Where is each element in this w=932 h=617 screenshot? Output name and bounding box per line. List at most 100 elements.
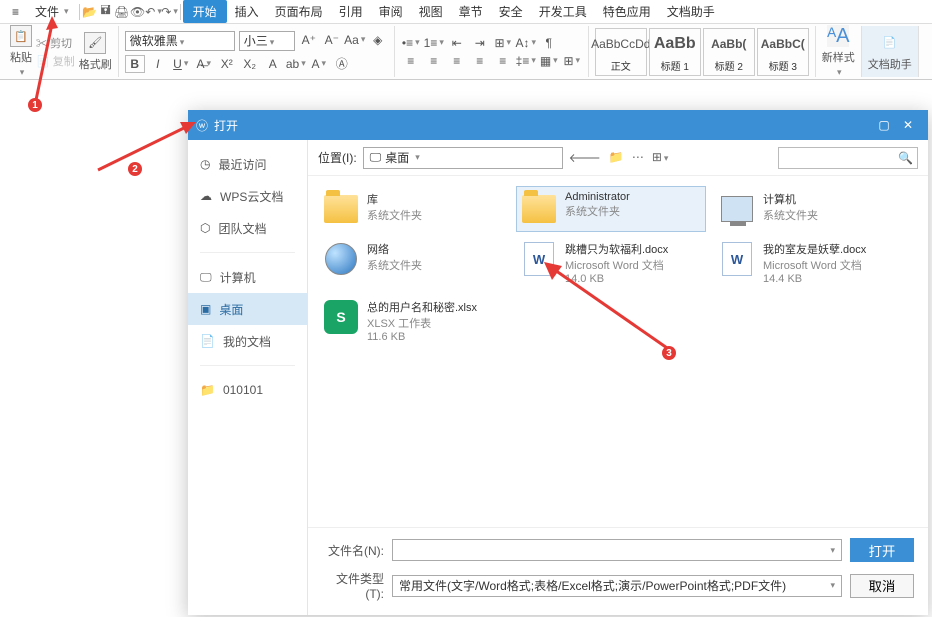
sidebar-item-cloud[interactable]: ☁WPS云文档 [188,180,307,212]
sidebar-item-team[interactable]: ⬡团队文档 [188,212,307,244]
tab-special[interactable]: 特色应用 [595,0,659,23]
align-left-button[interactable]: ≡ [401,52,421,70]
file-item-xlsx[interactable]: S 总的用户名和秘密.xlsxXLSX 工作表11.6 KB [318,294,508,348]
dialog-title: 打开 [214,117,238,134]
paste-button[interactable]: 📋粘贴 [10,25,32,78]
line-spacing-button[interactable]: ‡≡ [516,52,536,70]
increase-font-icon[interactable]: A⁺ [299,31,319,49]
file-menu[interactable]: 文件 [27,0,77,23]
wps-logo-icon: ⓦ [196,117,208,134]
cancel-button[interactable]: 取消 [850,574,914,598]
up-icon[interactable]: 🡐 [569,150,601,165]
doc-icon: 📄 [200,334,215,348]
change-case-icon[interactable]: Aa [345,31,365,49]
undo-icon[interactable]: ↶ [146,4,162,20]
file-item-network[interactable]: 网络系统文件夹 [318,236,508,290]
style-normal[interactable]: AaBbCcDd正文 [595,28,647,76]
dialog-titlebar: ⓦ 打开 ▢ ✕ [188,110,928,140]
italic-button[interactable]: I [148,55,168,73]
filetype-select[interactable]: 常用文件(文字/Word格式;表格/Excel格式;演示/PowerPoint格… [392,575,842,597]
distribute-button[interactable]: ≡ [493,52,513,70]
tab-view[interactable]: 视图 [411,0,451,23]
tab-security[interactable]: 安全 [491,0,531,23]
tab-doc-assist[interactable]: 文档助手 [659,0,723,23]
file-item-computer[interactable]: 计算机系统文件夹 [714,186,904,232]
tab-insert[interactable]: 插入 [227,0,267,23]
filename-input[interactable] [392,539,842,561]
sidebar-item-folder[interactable]: 📁010101 [188,374,307,406]
strike-button[interactable]: A̶ [194,55,214,73]
clear-format-icon[interactable]: ◈ [368,31,388,49]
subscript-button[interactable]: X₂ [240,55,260,73]
desktop-icon: ▣ [200,302,211,316]
decrease-font-icon[interactable]: A⁻ [322,31,342,49]
divider [180,4,181,20]
show-marks-button[interactable]: ¶ [539,34,559,52]
delete-icon[interactable]: ⋯ [632,150,644,165]
underline-button[interactable]: U [171,55,191,73]
view-mode-icon[interactable]: ⊞ [652,150,669,165]
new-style-button[interactable]: ᴬA新样式 [822,25,855,78]
open-icon[interactable]: 📂 [82,4,98,20]
tab-review[interactable]: 审阅 [371,0,411,23]
print-icon[interactable]: 🖨 [114,4,130,20]
align-center-button[interactable]: ≡ [424,52,444,70]
save-icon[interactable]: 🖬 [98,4,114,20]
location-select[interactable]: 🖵桌面 [363,147,563,169]
decrease-indent-button[interactable]: ⇤ [447,34,467,52]
folder-icon [324,195,358,223]
font-name-select[interactable]: 微软雅黑 [125,31,235,51]
increase-indent-button[interactable]: ⇥ [470,34,490,52]
hamburger-icon[interactable]: ≡ [4,0,27,23]
file-item-docx-1[interactable]: W 跳槽只为软福利.docxMicrosoft Word 文档14.0 KB [516,236,706,290]
new-folder-icon[interactable]: 📁 [609,150,624,165]
file-item-administrator[interactable]: Administrator系统文件夹 [516,186,706,232]
word-icon: W [722,242,752,276]
tab-layout[interactable]: 页面布局 [267,0,331,23]
format-painter-button[interactable]: 🖌格式刷 [79,32,112,72]
print-preview-icon[interactable]: 👁 [130,4,146,20]
maximize-icon[interactable]: ▢ [872,113,896,137]
clock-icon: ◷ [200,157,210,171]
tab-stops-button[interactable]: ⊞ [493,34,513,52]
shading-button[interactable]: ▦ [539,52,559,70]
tab-reference[interactable]: 引用 [331,0,371,23]
border-button[interactable]: ⊞ [562,52,582,70]
file-item-docx-2[interactable]: W 我的室友是妖孽.docxMicrosoft Word 文档14.4 KB [714,236,904,290]
redo-icon[interactable]: ↷ [162,4,178,20]
cut-button[interactable]: ✂ 剪切 [36,35,75,51]
desktop-icon: 🖵 [370,150,382,165]
justify-button[interactable]: ≡ [470,52,490,70]
search-input[interactable]: 🔍 [778,147,918,169]
sidebar-item-mydocs[interactable]: 📄我的文档 [188,325,307,357]
annotation-badge-2: 2 [128,162,142,176]
close-icon[interactable]: ✕ [896,113,920,137]
style-h1[interactable]: AaBb标题 1 [649,28,701,76]
open-button[interactable]: 打开 [850,538,914,562]
style-h2[interactable]: AaBb(标题 2 [703,28,755,76]
sidebar-item-computer[interactable]: 🖵计算机 [188,261,307,293]
superscript-button[interactable]: X² [217,55,237,73]
bullets-button[interactable]: •≡ [401,34,421,52]
bold-button[interactable]: B [125,55,145,73]
style-gallery[interactable]: AaBbCcDd正文 AaBb标题 1 AaBb(标题 2 AaBbC(标题 3 [595,28,809,76]
font-color-button[interactable]: A [309,55,329,73]
align-right-button[interactable]: ≡ [447,52,467,70]
char-border-button[interactable]: Ⓐ [332,55,352,73]
phonetic-button[interactable]: A [263,55,283,73]
style-h3[interactable]: AaBbC(标题 3 [757,28,809,76]
copy-button[interactable]: 📄 复制 [36,53,75,69]
tab-devtools[interactable]: 开发工具 [531,0,595,23]
open-dialog: ⓦ 打开 ▢ ✕ ◷最近访问 ☁WPS云文档 ⬡团队文档 🖵计算机 ▣桌面 📄我的… [188,110,928,615]
file-item-library[interactable]: 库系统文件夹 [318,186,508,232]
filetype-label: 文件类型(T): [322,570,384,601]
sidebar-item-desktop[interactable]: ▣桌面 [188,293,307,325]
tab-chapter[interactable]: 章节 [451,0,491,23]
sidebar-item-recent[interactable]: ◷最近访问 [188,148,307,180]
sort-button[interactable]: A↕ [516,34,536,52]
doc-assist-button[interactable]: 📄文档助手 [868,32,912,72]
tab-start[interactable]: 开始 [183,0,227,23]
font-size-select[interactable]: 小三 [239,31,295,51]
highlight-button[interactable]: ab [286,55,306,73]
numbering-button[interactable]: 1≡ [424,34,444,52]
